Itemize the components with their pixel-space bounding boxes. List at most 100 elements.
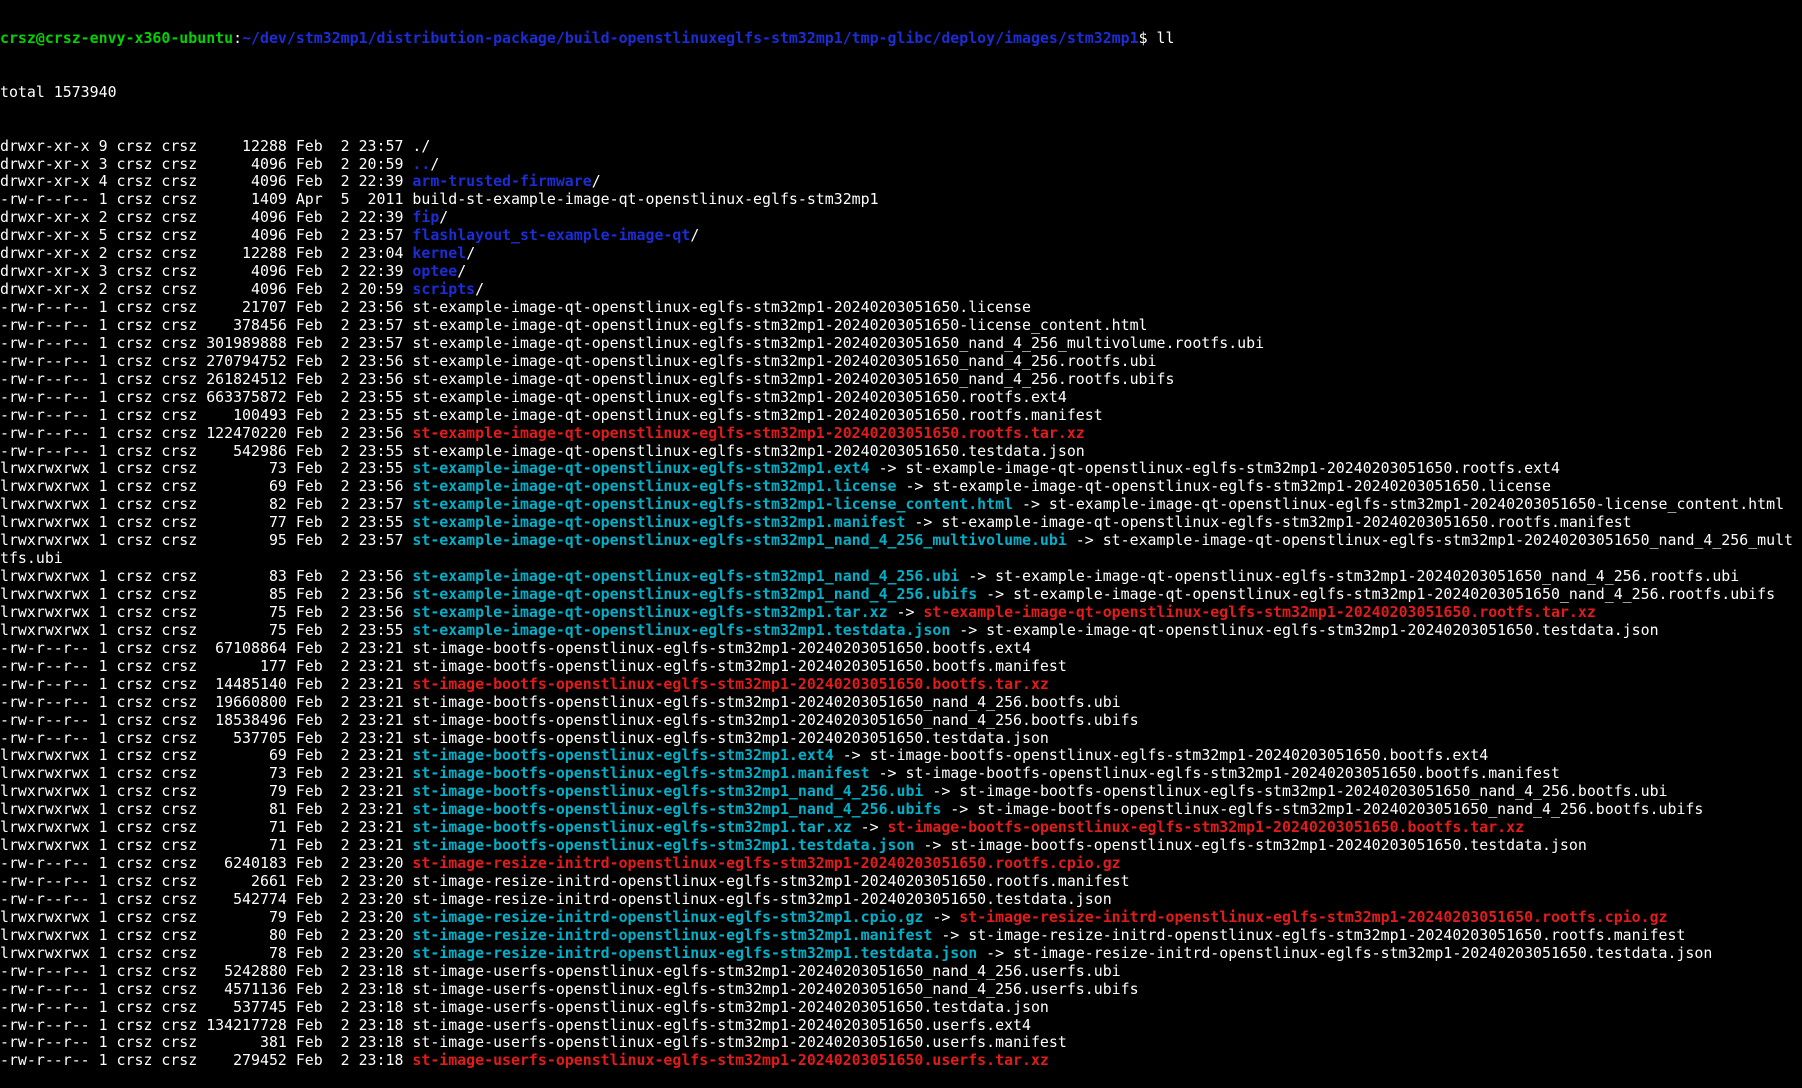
file-meta: -rw-r--r-- 1 crsz crsz 5242880 Feb 2 23:… [0, 961, 413, 980]
listing-row: drwxr-xr-x 3 crsz crsz 4096 Feb 2 22:39 … [0, 262, 1802, 281]
terminal-window[interactable]: crsz@crsz-envy-x360-ubuntu:~/dev/stm32mp… [0, 0, 1802, 1088]
listing-row: -rw-r--r-- 1 crsz crsz 663375872 Feb 2 2… [0, 387, 1802, 407]
file-name: tfs.ubi [0, 549, 63, 568]
file-name: st-image-bootfs-openstlinux-eglfs-stm32m… [412, 656, 1067, 675]
symlink-target: st-example-image-qt-openstlinux-eglfs-st… [1048, 495, 1785, 514]
file-meta: drwxr-xr-x 4 crsz crsz 4096 Feb 2 22:39 [0, 172, 413, 191]
listing-row: -rw-r--r-- 1 crsz crsz 5242880 Feb 2 23:… [0, 961, 1802, 981]
symlink-target: st-image-resize-initrd-openstlinux-eglfs… [959, 907, 1668, 926]
file-name: st-image-resize-initrd-openstlinux-eglfs… [412, 907, 924, 926]
listing-row: -rw-r--r-- 1 crsz crsz 100493 Feb 2 23:5… [0, 406, 1802, 425]
listing-row: lrwxrwxrwx 1 crsz crsz 95 Feb 2 23:57 st… [0, 531, 1802, 550]
total-line: total 1573940 [0, 82, 117, 101]
file-name: st-example-image-qt-openstlinux-eglfs-st… [412, 441, 1085, 460]
file-name: flashlayout_st-example-image-qt [412, 226, 691, 245]
listing-row: lrwxrwxrwx 1 crsz crsz 79 Feb 2 23:20 st… [0, 907, 1802, 927]
file-meta: lrwxrwxrwx 1 crsz crsz 80 Feb 2 23:20 [0, 925, 413, 944]
file-meta: lrwxrwxrwx 1 crsz crsz 73 Feb 2 23:21 [0, 764, 413, 783]
file-name: st-image-userfs-openstlinux-eglfs-stm32m… [412, 979, 1139, 998]
file-name: st-example-image-qt-openstlinux-eglfs-st… [412, 333, 1265, 352]
file-name: scripts [412, 280, 476, 299]
symlink-arrow: -> [833, 746, 870, 765]
listing-row: -rw-r--r-- 1 crsz crsz 537745 Feb 2 23:1… [0, 998, 1802, 1017]
symlink-target: st-example-image-qt-openstlinux-eglfs-st… [995, 567, 1740, 586]
file-name: .. [412, 154, 431, 173]
listing-row: drwxr-xr-x 5 crsz crsz 4096 Feb 2 23:57 … [0, 226, 1802, 245]
file-meta: lrwxrwxrwx 1 crsz crsz 78 Feb 2 23:20 [0, 943, 413, 962]
listing-row: -rw-r--r-- 1 crsz crsz 19660800 Feb 2 23… [0, 692, 1802, 712]
symlink-arrow: -> [923, 782, 960, 801]
symlink-arrow: -> [869, 459, 906, 478]
symlink-target: st-example-image-qt-openstlinux-eglfs-st… [905, 459, 1560, 478]
symlink-arrow: -> [905, 513, 942, 532]
file-name: st-image-bootfs-openstlinux-eglfs-stm32m… [412, 782, 924, 801]
listing-row: -rw-r--r-- 1 crsz crsz 542774 Feb 2 23:2… [0, 890, 1802, 909]
file-name: optee [412, 262, 458, 281]
listing-row: -rw-r--r-- 1 crsz crsz 542986 Feb 2 23:5… [0, 441, 1802, 461]
listing-row: lrwxrwxrwx 1 crsz crsz 71 Feb 2 23:21 st… [0, 836, 1802, 855]
file-meta: -rw-r--r-- 1 crsz crsz 134217728 Feb 2 2… [0, 1015, 413, 1034]
listing-row: drwxr-xr-x 9 crsz crsz 12288 Feb 2 23:57… [0, 136, 1802, 156]
file-name: st-image-bootfs-openstlinux-eglfs-stm32m… [412, 764, 870, 783]
file-meta: drwxr-xr-x 3 crsz crsz 4096 Feb 2 22:39 [0, 262, 413, 281]
file-meta: lrwxrwxrwx 1 crsz crsz 81 Feb 2 23:21 [0, 800, 413, 819]
file-meta: -rw-r--r-- 1 crsz crsz 663375872 Feb 2 2… [0, 387, 413, 406]
listing-row: -rw-r--r-- 1 crsz crsz 270794752 Feb 2 2… [0, 352, 1802, 371]
file-meta: lrwxrwxrwx 1 crsz crsz 77 Feb 2 23:55 [0, 513, 413, 532]
symlink-target: st-example-image-qt-openstlinux-eglfs-st… [1013, 585, 1776, 604]
listing-row: lrwxrwxrwx 1 crsz crsz 83 Feb 2 23:56 st… [0, 567, 1802, 586]
symlink-target: st-image-bootfs-openstlinux-eglfs-stm32m… [950, 836, 1587, 855]
listing-row: -rw-r--r-- 1 crsz crsz 381 Feb 2 23:18 s… [0, 1033, 1802, 1052]
file-meta: drwxr-xr-x 2 crsz crsz 4096 Feb 2 22:39 [0, 208, 413, 227]
symlink-arrow: -> [977, 585, 1014, 604]
file-name: fip [412, 208, 440, 227]
file-suffix: / [457, 262, 467, 281]
listing-row: -rw-r--r-- 1 crsz crsz 67108864 Feb 2 23… [0, 638, 1802, 658]
listing-row: -rw-r--r-- 1 crsz crsz 301989888 Feb 2 2… [0, 333, 1802, 353]
file-name: st-example-image-qt-openstlinux-eglfs-st… [412, 513, 906, 532]
file-name: st-example-image-qt-openstlinux-eglfs-st… [412, 531, 1067, 550]
file-meta: drwxr-xr-x 9 crsz crsz 12288 Feb 2 23:57 [0, 136, 413, 155]
symlink-arrow: -> [851, 818, 888, 837]
listing-row: lrwxrwxrwx 1 crsz crsz 73 Feb 2 23:55 st… [0, 459, 1802, 478]
file-meta: -rw-r--r-- 1 crsz crsz 2661 Feb 2 23:20 [0, 872, 413, 891]
file-meta: -rw-r--r-- 1 crsz crsz 18538496 Feb 2 23… [0, 710, 413, 729]
symlink-arrow: -> [923, 907, 960, 926]
listing-row: lrwxrwxrwx 1 crsz crsz 82 Feb 2 23:57 st… [0, 495, 1802, 514]
file-name: st-image-bootfs-openstlinux-eglfs-stm32m… [412, 746, 834, 765]
file-name: st-image-bootfs-openstlinux-eglfs-stm32m… [412, 800, 942, 819]
symlink-arrow: -> [1013, 495, 1049, 514]
listing-row: lrwxrwxrwx 1 crsz crsz 85 Feb 2 23:56 st… [0, 585, 1802, 604]
file-name: st-image-bootfs-openstlinux-eglfs-stm32m… [412, 692, 1121, 711]
file-name: kernel [412, 244, 467, 263]
file-meta: -rw-r--r-- 1 crsz crsz 378456 Feb 2 23:5… [0, 315, 413, 334]
file-meta: lrwxrwxrwx 1 crsz crsz 79 Feb 2 23:21 [0, 782, 413, 801]
file-name: st-example-image-qt-openstlinux-eglfs-st… [412, 459, 870, 478]
file-meta: lrwxrwxrwx 1 crsz crsz 75 Feb 2 23:56 [0, 602, 413, 621]
symlink-arrow: -> [887, 602, 924, 621]
symlink-target: st-example-image-qt-openstlinux-eglfs-st… [941, 513, 1632, 532]
listing-row: -rw-r--r-- 1 crsz crsz 177 Feb 2 23:21 s… [0, 656, 1802, 676]
file-name: st-image-userfs-openstlinux-eglfs-stm32m… [412, 1033, 1067, 1052]
listing-row: -rw-r--r-- 1 crsz crsz 2661 Feb 2 23:20 … [0, 872, 1802, 891]
listing-row: lrwxrwxrwx 1 crsz crsz 71 Feb 2 23:21 st… [0, 818, 1802, 837]
file-name: . [412, 136, 422, 155]
file-meta: -rw-r--r-- 1 crsz crsz 67108864 Feb 2 23… [0, 638, 413, 657]
file-meta: -rw-r--r-- 1 crsz crsz 1409 Apr 5 2011 [0, 190, 413, 209]
symlink-target: st-image-bootfs-openstlinux-eglfs-stm32m… [977, 800, 1704, 819]
file-meta: lrwxrwxrwx 1 crsz crsz 85 Feb 2 23:56 [0, 585, 413, 604]
prompt-separator: : [233, 28, 243, 47]
symlink-target: st-example-image-qt-openstlinux-eglfs-st… [1102, 531, 1794, 550]
file-meta: -rw-r--r-- 1 crsz crsz 14485140 Feb 2 23… [0, 674, 413, 693]
file-name: st-example-image-qt-openstlinux-eglfs-st… [412, 387, 1067, 406]
file-meta: drwxr-xr-x 5 crsz crsz 4096 Feb 2 23:57 [0, 226, 413, 245]
listing-row: drwxr-xr-x 2 crsz crsz 4096 Feb 2 22:39 … [0, 208, 1802, 227]
file-meta: -rw-r--r-- 1 crsz crsz 542986 Feb 2 23:5… [0, 441, 413, 460]
listing-row: -rw-r--r-- 1 crsz crsz 6240183 Feb 2 23:… [0, 854, 1802, 873]
symlink-arrow: -> [869, 764, 906, 783]
file-name: st-image-resize-initrd-openstlinux-eglfs… [412, 872, 1130, 891]
file-name: st-image-bootfs-openstlinux-eglfs-stm32m… [412, 674, 1049, 693]
listing-row: lrwxrwxrwx 1 crsz crsz 77 Feb 2 23:55 st… [0, 513, 1802, 532]
symlink-target: st-image-bootfs-openstlinux-eglfs-stm32m… [959, 782, 1668, 801]
file-name: st-example-image-qt-openstlinux-eglfs-st… [412, 423, 1085, 442]
